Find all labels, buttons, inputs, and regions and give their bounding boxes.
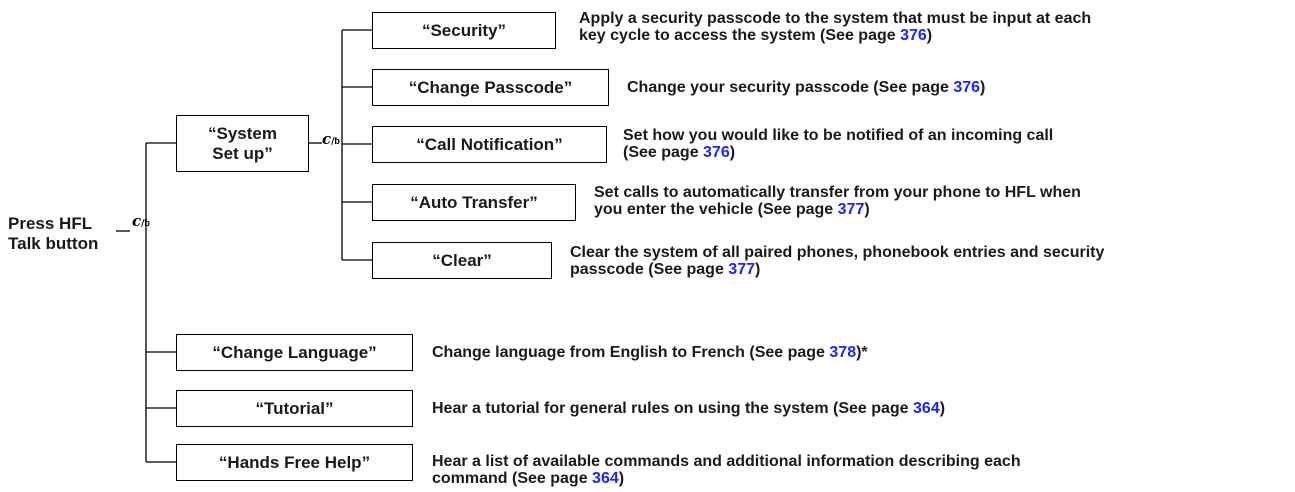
security-description: Apply a security passcode to the system … (579, 10, 1092, 44)
hfl-menu-diagram: Press HFL Talk button c∕ᵬ “System Set up… (0, 0, 1295, 492)
call-notification-description: Set how you would like to be notified of… (623, 127, 1054, 161)
change-passcode-description: Change your security passcode (See page … (627, 79, 986, 96)
page-ref: 377 (837, 201, 865, 218)
auto-transfer-box: “Auto Transfer” (372, 184, 576, 221)
press-hfl-talk-label: Press HFL Talk button (8, 214, 98, 254)
root-line-2: Talk button (8, 234, 99, 253)
page-ref: 364 (913, 400, 940, 417)
tutorial-box: “Tutorial” (176, 390, 413, 427)
root-line-1: Press HFL (8, 214, 93, 233)
page-ref: 376 (900, 27, 927, 44)
change-language-box: “Change Language” (176, 334, 413, 371)
change-language-description: Change language from English to French (… (432, 344, 868, 361)
page-ref: 376 (703, 144, 730, 161)
hands-free-help-box: “Hands Free Help” (176, 444, 413, 481)
change-passcode-box: “Change Passcode” (372, 69, 609, 106)
security-box: “Security” (372, 12, 556, 49)
call-notification-box: “Call Notification” (372, 126, 607, 163)
system-setup-box: “System Set up” (176, 115, 309, 172)
tutorial-description: Hear a tutorial for general rules on usi… (432, 400, 946, 417)
system-setup-line-1: “System (208, 123, 277, 143)
clear-description: Clear the system of all paired phones, p… (570, 244, 1105, 278)
page-ref: 364 (592, 470, 619, 487)
voice-talk-icon: c∕ᵬ (132, 212, 150, 230)
page-ref: 376 (953, 79, 981, 96)
clear-box: “Clear” (372, 242, 552, 279)
hands-free-help-description: Hear a list of available commands and ad… (432, 453, 1021, 487)
system-setup-line-2: Set up” (212, 143, 273, 163)
page-ref: 378 (829, 344, 857, 361)
page-ref: 377 (728, 261, 755, 278)
voice-talk-icon: c∕ᵬ (322, 130, 340, 148)
auto-transfer-description: Set calls to automatically transfer from… (594, 184, 1081, 218)
